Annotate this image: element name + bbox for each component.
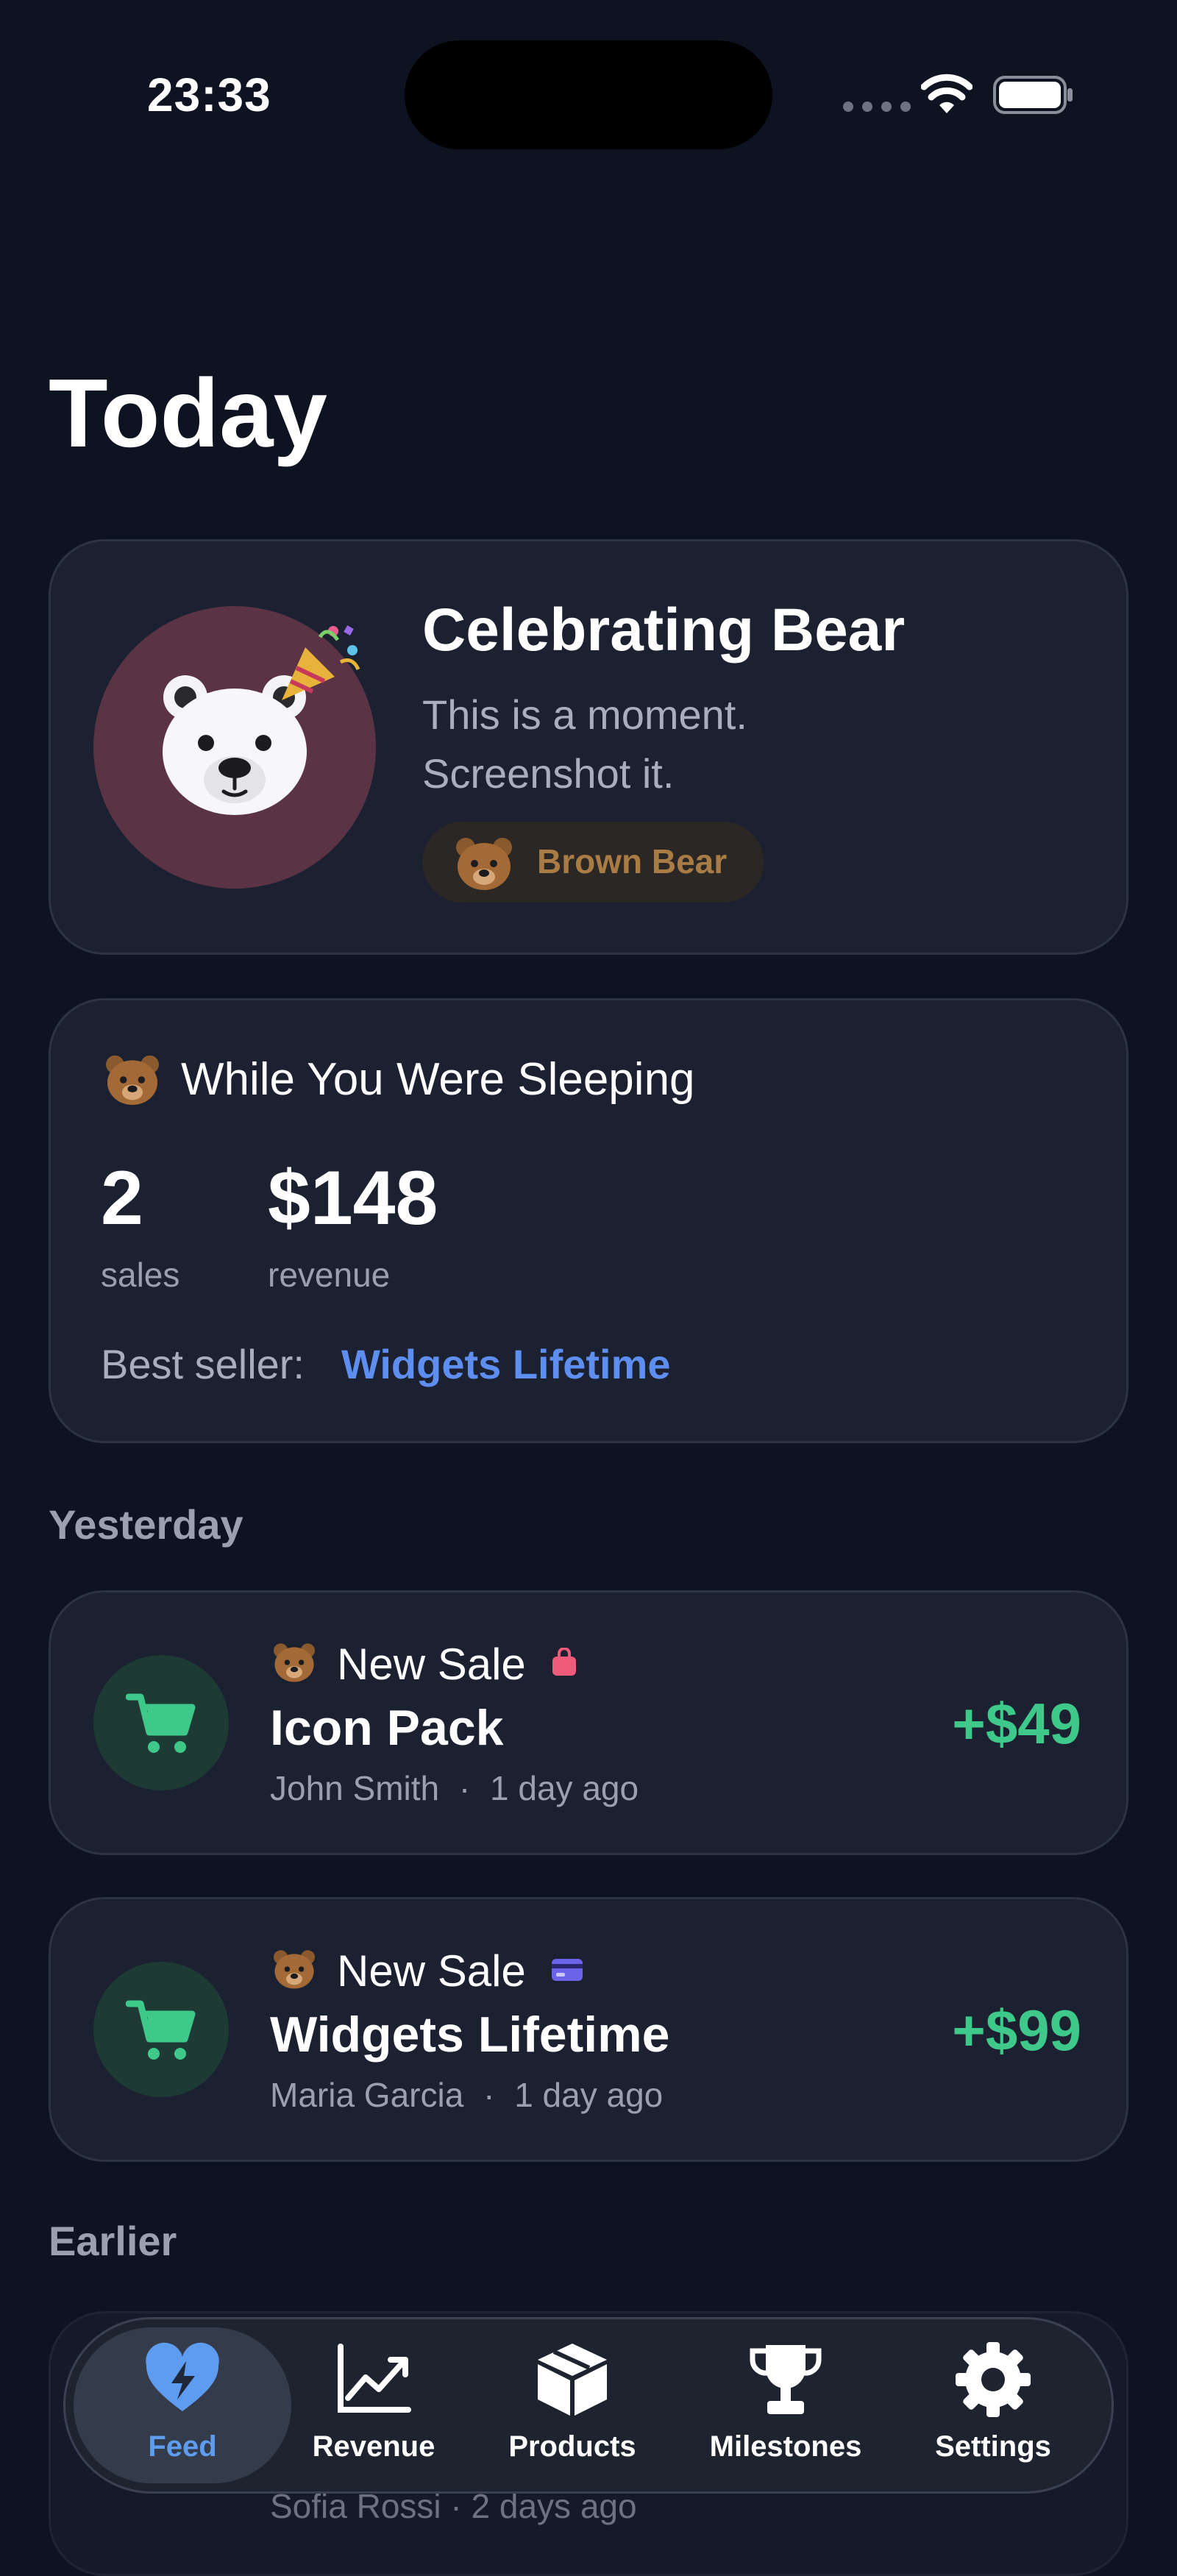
cart-icon xyxy=(126,2000,196,2060)
sale-time: 1 day ago xyxy=(514,2076,664,2114)
sale-product: Widgets Lifetime xyxy=(270,2007,670,2063)
brown-bear-icon xyxy=(456,838,512,890)
chart-line-icon xyxy=(338,2344,411,2413)
tab-label: Revenue xyxy=(312,2430,435,2463)
meta-separator: · xyxy=(458,1769,471,1807)
sales-count: 2 xyxy=(101,1156,143,1241)
tab-label: Feed xyxy=(148,2430,217,2463)
sale-amount: +$99 xyxy=(952,1998,1081,2063)
box-icon xyxy=(538,2344,607,2416)
tab-feed[interactable]: Feed xyxy=(87,2339,278,2479)
heart-bolt-icon xyxy=(146,2342,219,2411)
tab-label: Milestones xyxy=(709,2430,862,2463)
celebration-subtitle: This is a moment. Screenshot it. xyxy=(422,686,747,803)
celebration-subtitle-line: This is a moment. xyxy=(422,691,747,738)
badge-label: Brown Bear xyxy=(537,842,728,880)
revenue-amount: $148 xyxy=(268,1156,438,1241)
sale-time: 1 day ago xyxy=(490,1769,639,1807)
revenue-label: revenue xyxy=(268,1256,391,1294)
celebration-subtitle-line: Screenshot it. xyxy=(422,750,675,797)
celebration-title: Celebrating Bear xyxy=(422,597,906,663)
party-popper-icon xyxy=(282,625,360,700)
tab-products[interactable]: Products xyxy=(477,2339,668,2479)
tab-milestones[interactable]: Milestones xyxy=(690,2339,881,2479)
sale-meta: John Smith · 1 day ago xyxy=(270,1768,639,1808)
sale-product: Icon Pack xyxy=(270,1700,504,1756)
bear-face-icon xyxy=(106,1055,159,1106)
bag-icon xyxy=(552,1648,576,1676)
dynamic-island xyxy=(405,40,772,149)
best-seller-link[interactable]: Widgets Lifetime xyxy=(341,1340,671,1388)
tab-label: Products xyxy=(508,2430,636,2463)
tab-revenue[interactable]: Revenue xyxy=(278,2339,469,2479)
sale-type: New Sale xyxy=(337,1640,526,1689)
gear-icon xyxy=(956,2342,1031,2417)
bear-face-icon xyxy=(274,1950,315,1989)
cart-icon xyxy=(126,1693,196,1753)
sleeping-title: While You Were Sleeping xyxy=(181,1054,695,1105)
sale-customer: John Smith xyxy=(270,1769,440,1807)
best-seller-label: Best seller: xyxy=(101,1341,305,1387)
cellular-signal-icon xyxy=(843,102,911,112)
sales-label: sales xyxy=(101,1256,180,1294)
sale-customer: Maria Garcia xyxy=(270,2076,464,2114)
sale-meta: Maria Garcia · 1 day ago xyxy=(270,2075,663,2115)
tab-label: Settings xyxy=(935,2430,1051,2463)
battery-icon xyxy=(993,76,1073,114)
bear-face-icon xyxy=(274,1643,315,1682)
tab-settings[interactable]: Settings xyxy=(897,2339,1089,2479)
section-header-earlier: Earlier xyxy=(49,2218,177,2264)
trophy-icon xyxy=(750,2345,822,2414)
sale-type: New Sale xyxy=(337,1946,526,1996)
wifi-icon xyxy=(921,74,972,113)
card-icon xyxy=(552,1959,583,1981)
page-title: Today xyxy=(49,359,327,467)
meta-separator: · xyxy=(483,2076,495,2114)
sale-amount: +$49 xyxy=(952,1691,1081,1756)
section-header-yesterday: Yesterday xyxy=(49,1501,243,1548)
status-time: 23:33 xyxy=(147,68,271,121)
